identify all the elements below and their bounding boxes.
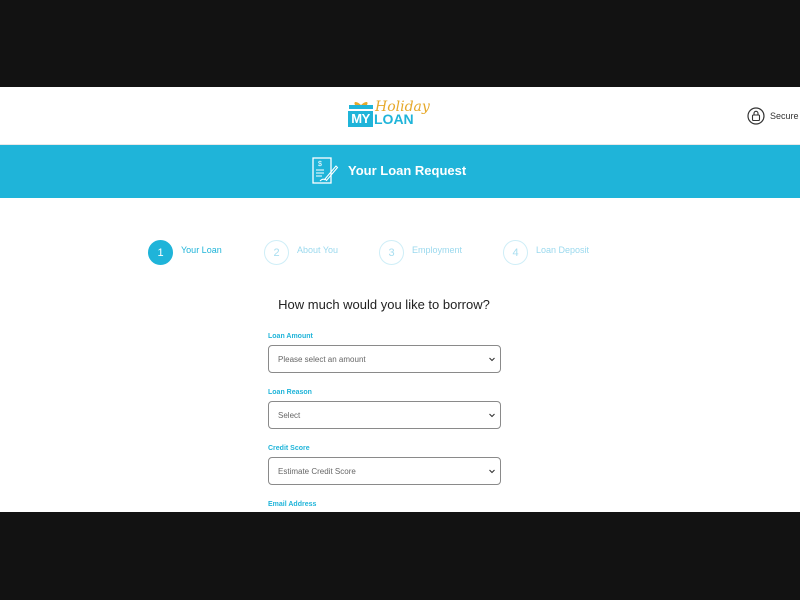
step-label: Your Loan (181, 244, 222, 255)
secure-indicator: Secure (747, 107, 799, 125)
loan-amount-select[interactable]: Please select an amount (268, 345, 501, 373)
loan-amount-value: Please select an amount (278, 355, 366, 364)
loan-form: Loan Amount Please select an amount Loan… (268, 331, 501, 511)
bottom-letterbox (0, 512, 800, 600)
secure-text: Secure (770, 111, 799, 121)
step-number: 2 (264, 240, 289, 265)
lock-icon (747, 107, 765, 125)
chevron-down-icon (489, 357, 495, 362)
step-number: 1 (148, 240, 173, 265)
step-label: Loan Deposit (536, 244, 590, 255)
banner-title: Your Loan Request (348, 163, 467, 178)
top-letterbox (0, 0, 800, 87)
loan-reason-label: Loan Reason (268, 389, 312, 396)
step-number: 3 (379, 240, 404, 265)
credit-score-label: Credit Score (268, 445, 310, 452)
step-label: About You (297, 244, 339, 255)
site-header: MY Holiday LOAN Secure (0, 87, 800, 145)
step-about-you[interactable]: 2 About You (264, 240, 338, 265)
credit-score-select[interactable]: Estimate Credit Score (268, 457, 501, 485)
logo-my: MY (348, 111, 373, 127)
progress-steps: 1 Your Loan 2 About You 3 Employment 4 L… (0, 240, 800, 270)
email-address-label: Email Address (268, 501, 317, 508)
svg-text:$: $ (318, 161, 322, 168)
step-label: Employment (412, 244, 463, 255)
step-loan-deposit[interactable]: 4 Loan Deposit (503, 240, 589, 265)
borrow-question: How much would you like to borrow? (278, 297, 490, 312)
logo-loan: LOAN (374, 111, 414, 127)
chevron-down-icon (489, 469, 495, 474)
my-holiday-loan-logo[interactable]: MY Holiday LOAN (347, 99, 430, 133)
loan-request-banner: $ Your Loan Request (0, 145, 800, 198)
step-your-loan[interactable]: 1 Your Loan (148, 240, 222, 265)
loan-reason-value: Select (278, 411, 301, 420)
step-number: 4 (503, 240, 528, 265)
signed-document-icon: $ (312, 157, 339, 184)
gift-bow-icon (349, 102, 373, 109)
credit-score-value: Estimate Credit Score (278, 467, 356, 476)
loan-application-page: MY Holiday LOAN Secure $ Your Loan Reque… (0, 87, 800, 512)
chevron-down-icon (489, 413, 495, 418)
loan-amount-label: Loan Amount (268, 333, 313, 340)
loan-reason-select[interactable]: Select (268, 401, 501, 429)
step-employment[interactable]: 3 Employment (379, 240, 462, 265)
